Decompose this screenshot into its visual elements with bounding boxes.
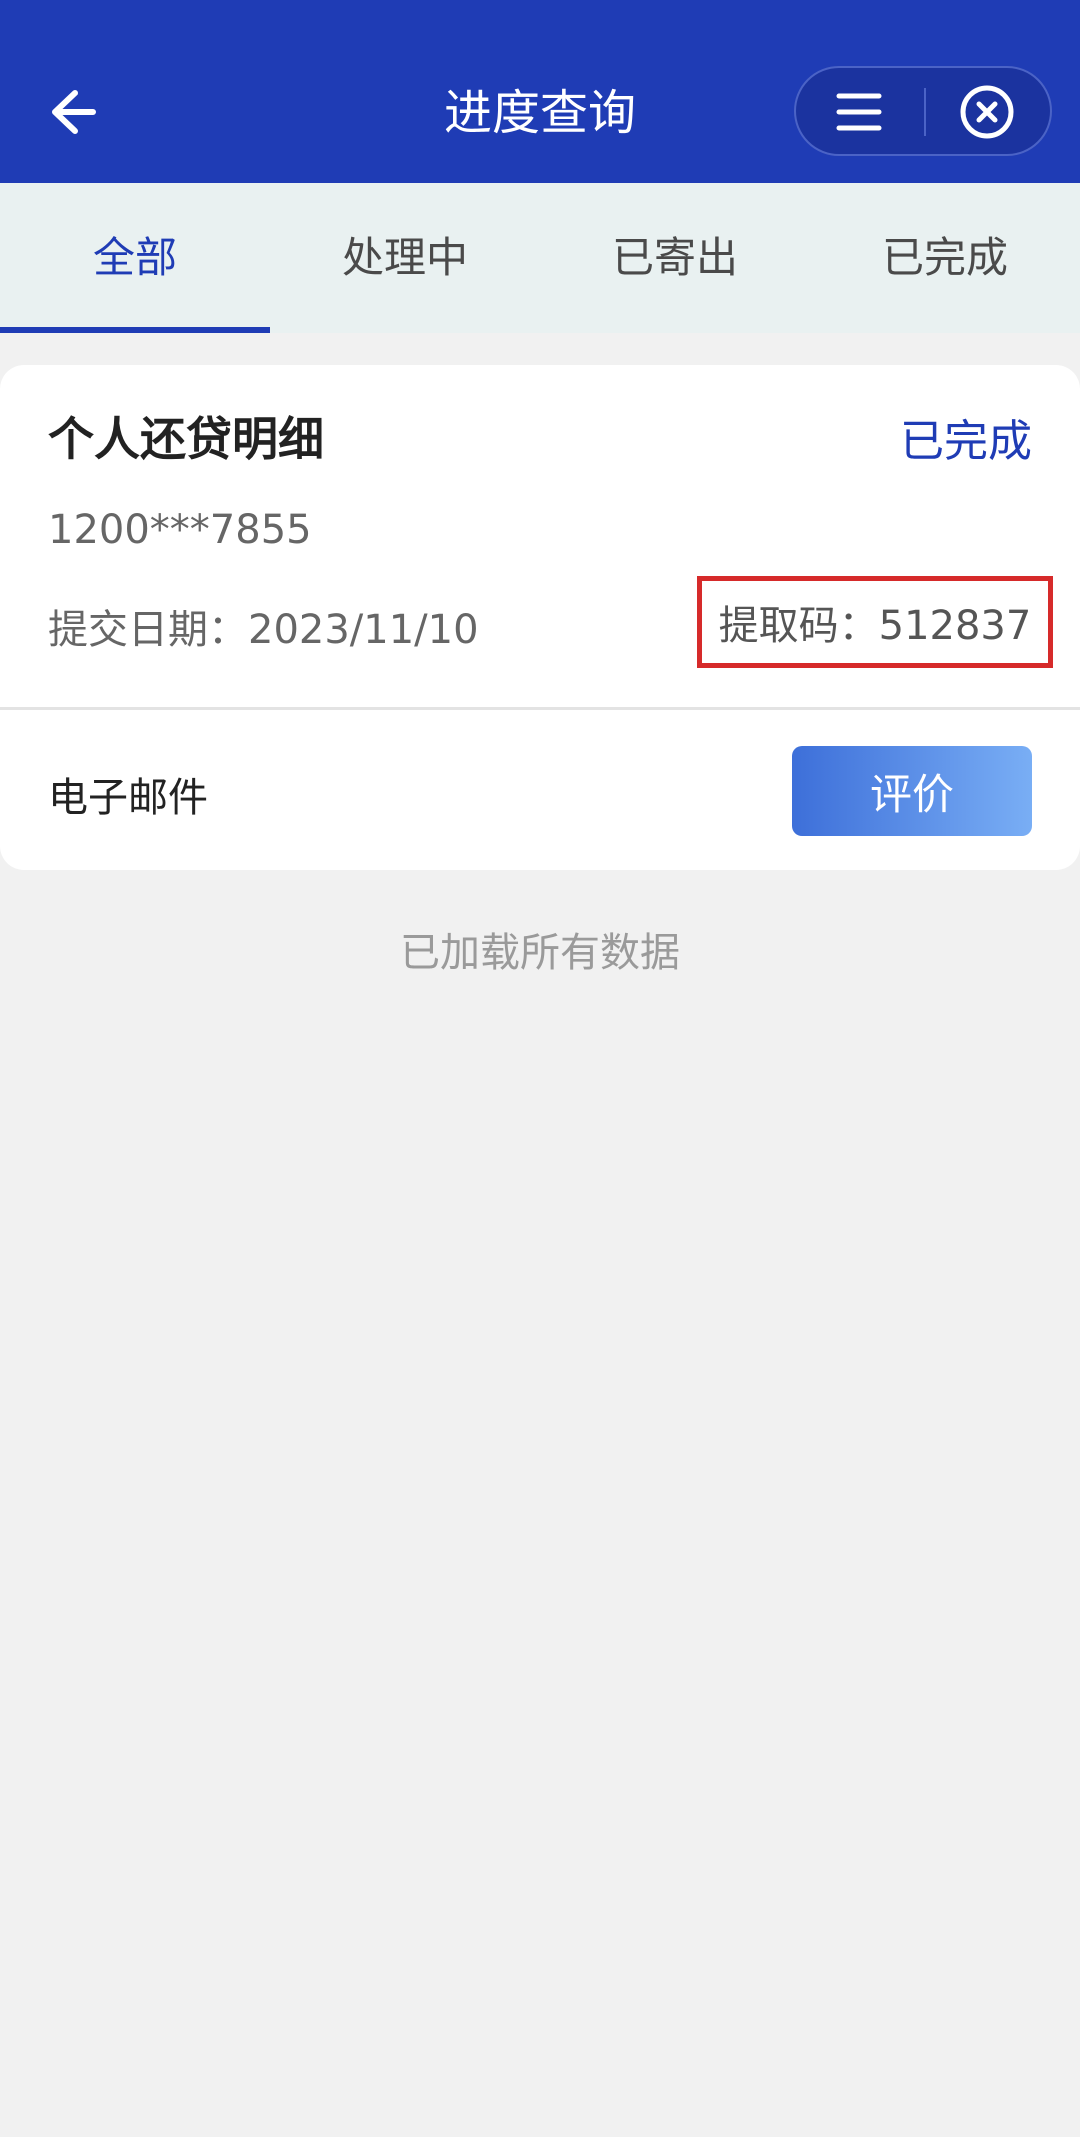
mini-program-capsule: [794, 66, 1052, 156]
all-loaded-note: 已加载所有数据: [400, 930, 680, 976]
menu-lines-icon: [836, 93, 882, 131]
account-number: 1200***7855: [48, 507, 312, 553]
close-button[interactable]: [956, 82, 1018, 142]
card-divider: [0, 707, 1080, 710]
rate-button-label: 评价: [869, 769, 954, 819]
delivery-method: 电子邮件: [48, 775, 208, 821]
status-tabs: 全部 处理中 已寄出 已完成: [0, 183, 1080, 333]
tab-label: 处理中: [341, 233, 468, 282]
tab-shipped[interactable]: 已寄出: [540, 183, 810, 333]
tab-all[interactable]: 全部: [0, 183, 270, 333]
record-title: 个人还贷明细: [48, 412, 324, 466]
tab-completed[interactable]: 已完成: [810, 183, 1080, 333]
header-bar: 进度查询: [0, 0, 1080, 183]
extraction-code: 提取码：512837: [697, 576, 1053, 668]
submit-date: 提交日期：2023/11/10: [48, 607, 479, 653]
tab-processing[interactable]: 处理中: [270, 183, 540, 333]
extraction-code-text: 提取码：512837: [718, 603, 1032, 649]
rate-button[interactable]: 评价: [792, 746, 1032, 836]
record-card[interactable]: 个人还贷明细 已完成 1200***7855 提交日期：2023/11/10 提…: [0, 365, 1080, 870]
menu-button[interactable]: [828, 82, 890, 142]
close-circle-icon: [960, 85, 1014, 139]
tab-label: 全部: [92, 233, 177, 282]
capsule-divider: [924, 88, 926, 136]
tab-label: 已寄出: [611, 233, 738, 282]
tab-label: 已完成: [881, 233, 1008, 282]
status-badge: 已完成: [900, 416, 1032, 467]
tab-active-indicator: [0, 327, 270, 333]
